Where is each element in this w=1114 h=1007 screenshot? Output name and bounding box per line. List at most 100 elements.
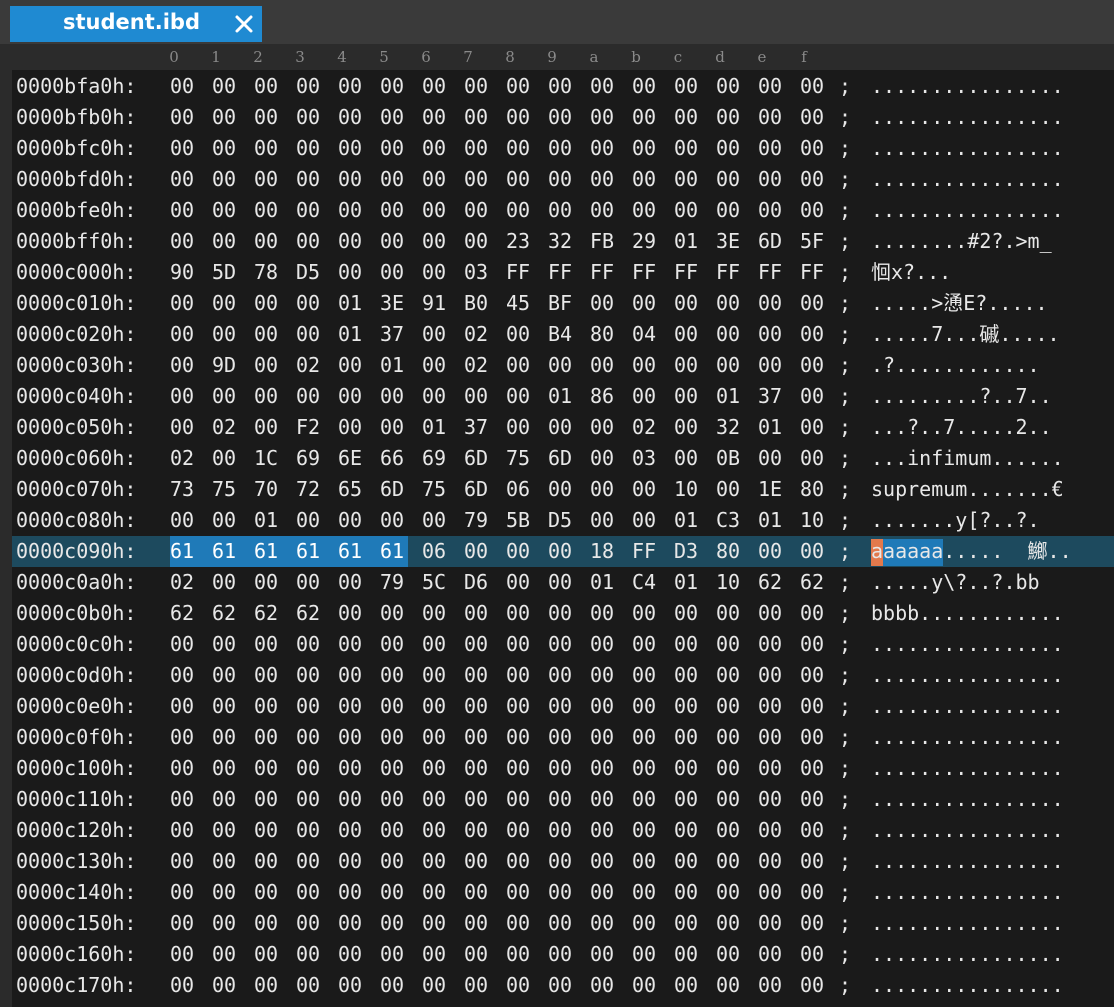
hex-byte[interactable]: 00 (464, 877, 492, 908)
hex-byte[interactable]: 00 (338, 753, 366, 784)
hex-byte[interactable]: 00 (800, 629, 828, 660)
hex-byte[interactable]: 00 (800, 753, 828, 784)
hex-byte[interactable]: F2 (296, 412, 324, 443)
hex-byte[interactable]: 00 (380, 970, 408, 1001)
hex-byte[interactable]: 00 (674, 71, 702, 102)
hex-row[interactable]: 0000c170h: 00 00 00 00 00 00 00 00 00 00 00 00 00 00 00… (12, 970, 1114, 1001)
hex-row[interactable]: 0000c010h: 00 00 00 00 01 3E 91 B0 45 BF 00 00 00 00 00… (12, 288, 1114, 319)
ascii-text[interactable]: .?............ (871, 350, 1040, 381)
hex-byte[interactable]: 00 (338, 908, 366, 939)
hex-byte[interactable]: 10 (674, 474, 702, 505)
hex-byte[interactable]: 00 (506, 133, 534, 164)
hex-byte[interactable]: 00 (422, 381, 450, 412)
hex-byte[interactable]: 00 (464, 629, 492, 660)
hex-byte[interactable]: 00 (674, 908, 702, 939)
hex-byte[interactable]: 00 (632, 846, 660, 877)
hex-byte[interactable]: 00 (590, 133, 618, 164)
hex-byte[interactable]: 00 (464, 691, 492, 722)
hex-byte[interactable]: 00 (674, 846, 702, 877)
hex-byte[interactable]: 00 (380, 877, 408, 908)
hex-row[interactable]: 0000c160h: 00 00 00 00 00 00 00 00 00 00 00 00 00 00 00… (12, 939, 1114, 970)
hex-byte[interactable]: 00 (632, 195, 660, 226)
hex-byte[interactable]: 00 (296, 908, 324, 939)
hex-byte[interactable]: 00 (422, 939, 450, 970)
hex-byte[interactable]: 00 (590, 629, 618, 660)
hex-byte[interactable]: 00 (590, 691, 618, 722)
hex-byte[interactable]: 80 (716, 536, 744, 567)
hex-byte[interactable]: 00 (296, 815, 324, 846)
hex-byte[interactable]: 00 (338, 598, 366, 629)
hex-byte[interactable]: 00 (548, 753, 576, 784)
hex-byte[interactable]: C3 (716, 505, 744, 536)
hex-byte[interactable]: 00 (590, 474, 618, 505)
hex-byte[interactable]: 00 (758, 195, 786, 226)
hex-row[interactable]: 0000c050h: 00 02 00 F2 00 00 01 37 00 00 00 02 00 32 01… (12, 412, 1114, 443)
hex-row[interactable]: 0000c150h: 00 00 00 00 00 00 00 00 00 00 00 00 00 00 00… (12, 908, 1114, 939)
hex-byte[interactable]: 00 (590, 350, 618, 381)
hex-byte[interactable]: 00 (632, 102, 660, 133)
hex-row[interactable]: 0000c030h: 00 9D 00 02 00 01 00 02 00 00 00 00 00 00 00… (12, 350, 1114, 381)
hex-byte[interactable]: 00 (674, 288, 702, 319)
ascii-text[interactable]: ................ (871, 71, 1064, 102)
hex-byte[interactable]: 00 (632, 877, 660, 908)
hex-byte[interactable]: 1C (254, 443, 282, 474)
ascii-text[interactable]: aaaaaa..... 鱜.. (871, 536, 1072, 567)
hex-byte[interactable]: 00 (506, 815, 534, 846)
hex-byte[interactable]: 00 (254, 412, 282, 443)
hex-byte[interactable]: 00 (548, 350, 576, 381)
hex-row[interactable]: 0000c0d0h: 00 00 00 00 00 00 00 00 00 00 00 00 00 00 00… (12, 660, 1114, 691)
hex-byte[interactable]: 00 (674, 784, 702, 815)
hex-byte[interactable]: 06 (422, 536, 450, 567)
hex-byte[interactable]: 5C (422, 567, 450, 598)
hex-byte[interactable]: 00 (380, 505, 408, 536)
ascii-text[interactable]: ................ (871, 815, 1064, 846)
hex-byte[interactable]: 00 (254, 288, 282, 319)
hex-byte[interactable]: 00 (758, 598, 786, 629)
hex-byte[interactable]: 00 (632, 815, 660, 846)
ascii-text[interactable]: bbbb............ (871, 598, 1064, 629)
hex-byte[interactable]: 00 (338, 350, 366, 381)
hex-byte[interactable]: 66 (380, 443, 408, 474)
hex-byte[interactable]: 61 (212, 536, 254, 567)
hex-byte[interactable]: 00 (758, 443, 786, 474)
hex-byte[interactable]: 00 (212, 970, 240, 1001)
hex-byte[interactable]: 00 (674, 195, 702, 226)
hex-byte[interactable]: 00 (758, 71, 786, 102)
hex-byte[interactable]: 00 (296, 567, 324, 598)
hex-byte[interactable]: 00 (506, 753, 534, 784)
hex-byte[interactable]: 00 (254, 939, 282, 970)
hex-byte[interactable]: 00 (506, 846, 534, 877)
hex-byte[interactable]: 00 (212, 846, 240, 877)
hex-byte[interactable]: 00 (800, 815, 828, 846)
hex-byte[interactable]: 00 (800, 722, 828, 753)
hex-byte[interactable]: 00 (506, 164, 534, 195)
hex-byte[interactable]: 00 (758, 970, 786, 1001)
hex-byte[interactable]: 00 (590, 784, 618, 815)
hex-byte[interactable]: 00 (506, 691, 534, 722)
hex-byte[interactable]: 00 (170, 877, 198, 908)
hex-byte[interactable]: 00 (800, 319, 828, 350)
hex-byte[interactable]: 00 (254, 381, 282, 412)
hex-byte[interactable]: 10 (716, 567, 744, 598)
hex-byte[interactable]: 00 (758, 536, 786, 567)
hex-byte[interactable]: 00 (464, 536, 492, 567)
hex-byte[interactable]: 00 (338, 505, 366, 536)
hex-byte[interactable]: 00 (716, 846, 744, 877)
hex-byte[interactable]: 00 (758, 288, 786, 319)
hex-byte[interactable]: 00 (758, 815, 786, 846)
hex-byte[interactable]: 00 (548, 71, 576, 102)
hex-byte[interactable]: D5 (296, 257, 324, 288)
hex-row[interactable]: 0000c120h: 00 00 00 00 00 00 00 00 00 00 00 00 00 00 00… (12, 815, 1114, 846)
hex-byte[interactable]: 03 (464, 257, 492, 288)
hex-byte[interactable]: 00 (212, 567, 240, 598)
hex-byte[interactable]: 78 (254, 257, 282, 288)
hex-byte[interactable]: 00 (590, 815, 618, 846)
hex-byte[interactable]: 00 (464, 71, 492, 102)
hex-byte[interactable]: 00 (548, 660, 576, 691)
hex-byte[interactable]: 00 (338, 195, 366, 226)
ascii-text[interactable]: ................ (871, 784, 1064, 815)
hex-byte[interactable]: 00 (380, 257, 408, 288)
hex-byte[interactable]: 00 (800, 288, 828, 319)
ascii-text[interactable]: ........#2?.>m_ (871, 226, 1052, 257)
hex-byte[interactable]: 00 (632, 970, 660, 1001)
